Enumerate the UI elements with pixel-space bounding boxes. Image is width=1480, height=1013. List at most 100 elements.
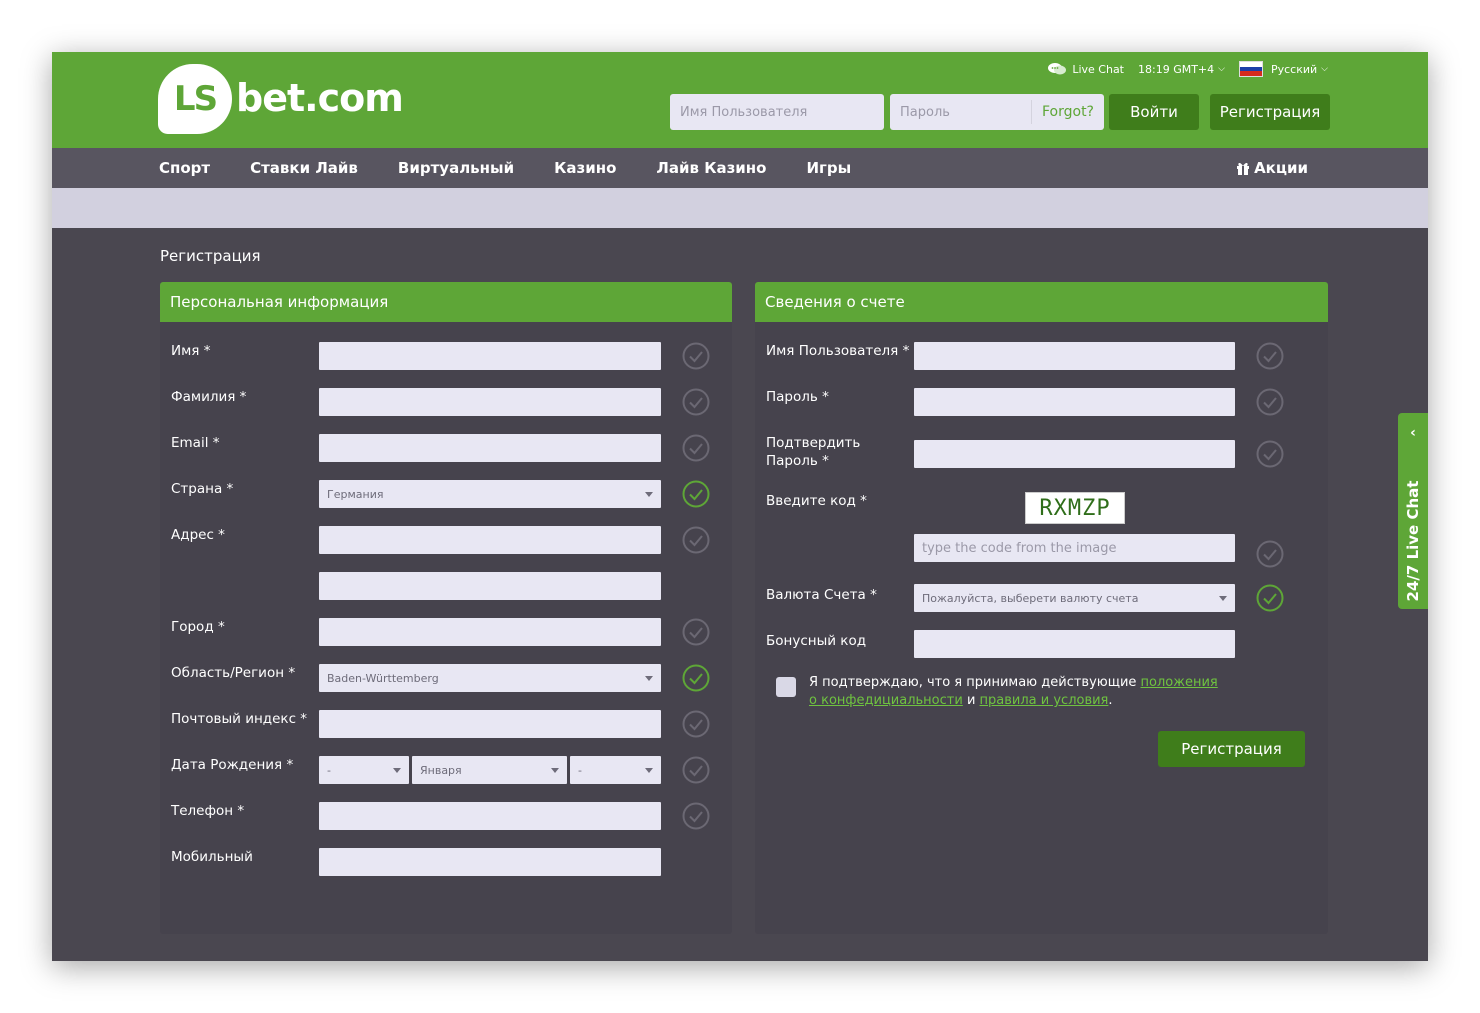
nav-item-live-bets[interactable]: Ставки Лайв	[250, 159, 358, 177]
birth-day-select[interactable]: -	[319, 756, 409, 784]
postcode-label: Почтовый индекс *	[171, 711, 308, 727]
logo-badge: LS	[158, 64, 232, 134]
terms-text-part-1: Я подтверждаю, что я принимаю действующи…	[809, 675, 1141, 690]
personal-info-header: Персональная информация	[160, 282, 732, 322]
main-nav: Спорт Ставки Лайв Виртуальный Казино Лай…	[52, 148, 1428, 188]
personal-info-panel: Персональная информация Имя * Фамилия * …	[160, 282, 732, 934]
city-label: Город *	[171, 619, 225, 635]
check-circle-icon	[682, 618, 710, 646]
mobile-label: Мобильный	[171, 849, 253, 865]
region-select[interactable]: Baden-Württemberg	[319, 664, 661, 692]
chevron-down-icon: ⌵	[1218, 64, 1225, 74]
terms-text: Я подтверждаю, что я принимаю действующи…	[809, 674, 1229, 710]
city-input[interactable]	[319, 618, 661, 646]
gift-icon	[1237, 162, 1250, 175]
time-display: 18:19 GMT+4	[1138, 62, 1215, 76]
nav-item-live-casino[interactable]: Лайв Казино	[656, 159, 766, 177]
check-circle-icon	[682, 526, 710, 554]
username-placeholder: Имя Пользователя	[680, 104, 808, 120]
last-name-input[interactable]	[319, 388, 661, 416]
check-circle-icon	[1256, 342, 1284, 370]
phone-input[interactable]	[319, 802, 661, 830]
check-circle-icon	[1256, 440, 1284, 468]
password-input[interactable]	[914, 388, 1235, 416]
language-label: Русский	[1270, 62, 1318, 76]
nav-item-games[interactable]: Игры	[806, 159, 851, 177]
nav-items: Спорт Ставки Лайв Виртуальный Казино Лай…	[159, 148, 891, 188]
check-circle-icon	[1256, 388, 1284, 416]
live-chat-tab-label: 24/7 Live Chat	[1404, 480, 1422, 602]
address-label: Адрес *	[171, 527, 225, 543]
chevron-left-icon: ‹	[1410, 425, 1416, 441]
check-circle-icon	[1256, 540, 1284, 568]
logo-text: bet.com	[236, 76, 404, 120]
check-circle-icon	[682, 756, 710, 784]
forgot-password-link[interactable]: Forgot?	[1030, 100, 1104, 124]
header-password-input[interactable]: Пароль Forgot?	[890, 94, 1104, 130]
country-select[interactable]: Германия	[319, 480, 661, 508]
timezone-selector[interactable]: 18:19 GMT+4 ⌵	[1138, 63, 1225, 76]
country-value: Германия	[327, 487, 384, 501]
birth-year-value: -	[578, 763, 582, 777]
nav-item-sport[interactable]: Спорт	[159, 159, 210, 177]
username-input[interactable]	[914, 342, 1235, 370]
captcha-image: RXMZP	[1025, 492, 1125, 524]
password-placeholder: Пароль	[900, 104, 950, 120]
russia-flag-icon	[1238, 61, 1263, 77]
login-form: Имя Пользователя Пароль Forgot? Войти Ре…	[670, 94, 1330, 130]
last-name-label: Фамилия *	[171, 389, 247, 405]
account-details-header: Сведения о счете	[755, 282, 1328, 322]
app-window: LS bet.com Live Chat 18:19 GMT+4 ⌵ Русск…	[52, 52, 1428, 961]
submit-registration-button[interactable]: Регистрация	[1158, 731, 1305, 767]
terms-conditions-link[interactable]: правила и условия	[980, 693, 1109, 708]
confirm-password-label: Подтвердить Пароль *	[766, 435, 861, 469]
live-chat-link[interactable]: Live Chat	[1048, 62, 1124, 76]
birth-year-select[interactable]: -	[570, 756, 661, 784]
site-header: LS bet.com Live Chat 18:19 GMT+4 ⌵ Русск…	[52, 52, 1428, 148]
bonus-code-label: Бонусный код	[766, 633, 867, 649]
first-name-input[interactable]	[319, 342, 661, 370]
chat-bubble-icon	[1048, 63, 1067, 75]
username-label: Имя Пользователя *	[766, 343, 910, 359]
live-chat-label: Live Chat	[1072, 62, 1124, 76]
address-line-2-input[interactable]	[319, 572, 661, 600]
nav-item-promotions[interactable]: Акции	[1236, 148, 1308, 188]
language-selector[interactable]: Русский ⌵	[1238, 61, 1328, 77]
birthdate-label: Дата Рождения *	[171, 757, 294, 773]
region-value: Baden-Württemberg	[327, 671, 439, 685]
live-chat-tab[interactable]: ‹ 24/7 Live Chat	[1398, 413, 1428, 609]
nav-item-casino[interactable]: Казино	[554, 159, 616, 177]
captcha-label: Введите код *	[766, 493, 867, 509]
header-username-input[interactable]: Имя Пользователя	[670, 94, 884, 130]
birth-day-value: -	[327, 763, 331, 777]
mobile-input[interactable]	[319, 848, 661, 876]
promotions-label: Акции	[1254, 159, 1308, 177]
terms-text-part-3: .	[1108, 693, 1113, 708]
currency-value: Пожалуйста, выберети валюту счета	[922, 591, 1139, 605]
postcode-input[interactable]	[319, 710, 661, 738]
confirm-password-input[interactable]	[914, 440, 1235, 468]
captcha-input[interactable]: type the code from the image	[914, 534, 1235, 562]
currency-select[interactable]: Пожалуйста, выберети валюту счета	[914, 584, 1235, 612]
bonus-code-input[interactable]	[914, 630, 1235, 658]
captcha-code: RXMZP	[1039, 495, 1111, 521]
check-circle-icon	[682, 388, 710, 416]
currency-label: Валюта Счета *	[766, 587, 877, 603]
email-label: Email *	[171, 435, 220, 451]
login-button[interactable]: Войти	[1109, 94, 1199, 130]
address-input[interactable]	[319, 526, 661, 554]
terms-text-part-2: и	[962, 693, 980, 708]
check-circle-icon	[682, 434, 710, 462]
country-label: Страна *	[171, 481, 234, 497]
check-circle-icon	[682, 802, 710, 830]
terms-checkbox[interactable]	[776, 677, 796, 697]
header-register-button[interactable]: Регистрация	[1210, 94, 1330, 130]
region-label: Область/Регион *	[171, 665, 296, 681]
check-circle-valid-icon	[682, 664, 710, 692]
birth-month-value: Января	[420, 763, 462, 777]
site-logo[interactable]: LS bet.com	[158, 64, 404, 136]
email-input[interactable]	[319, 434, 661, 462]
nav-item-virtual[interactable]: Виртуальный	[398, 159, 514, 177]
birth-month-select[interactable]: Января	[412, 756, 567, 784]
check-circle-icon	[682, 710, 710, 738]
